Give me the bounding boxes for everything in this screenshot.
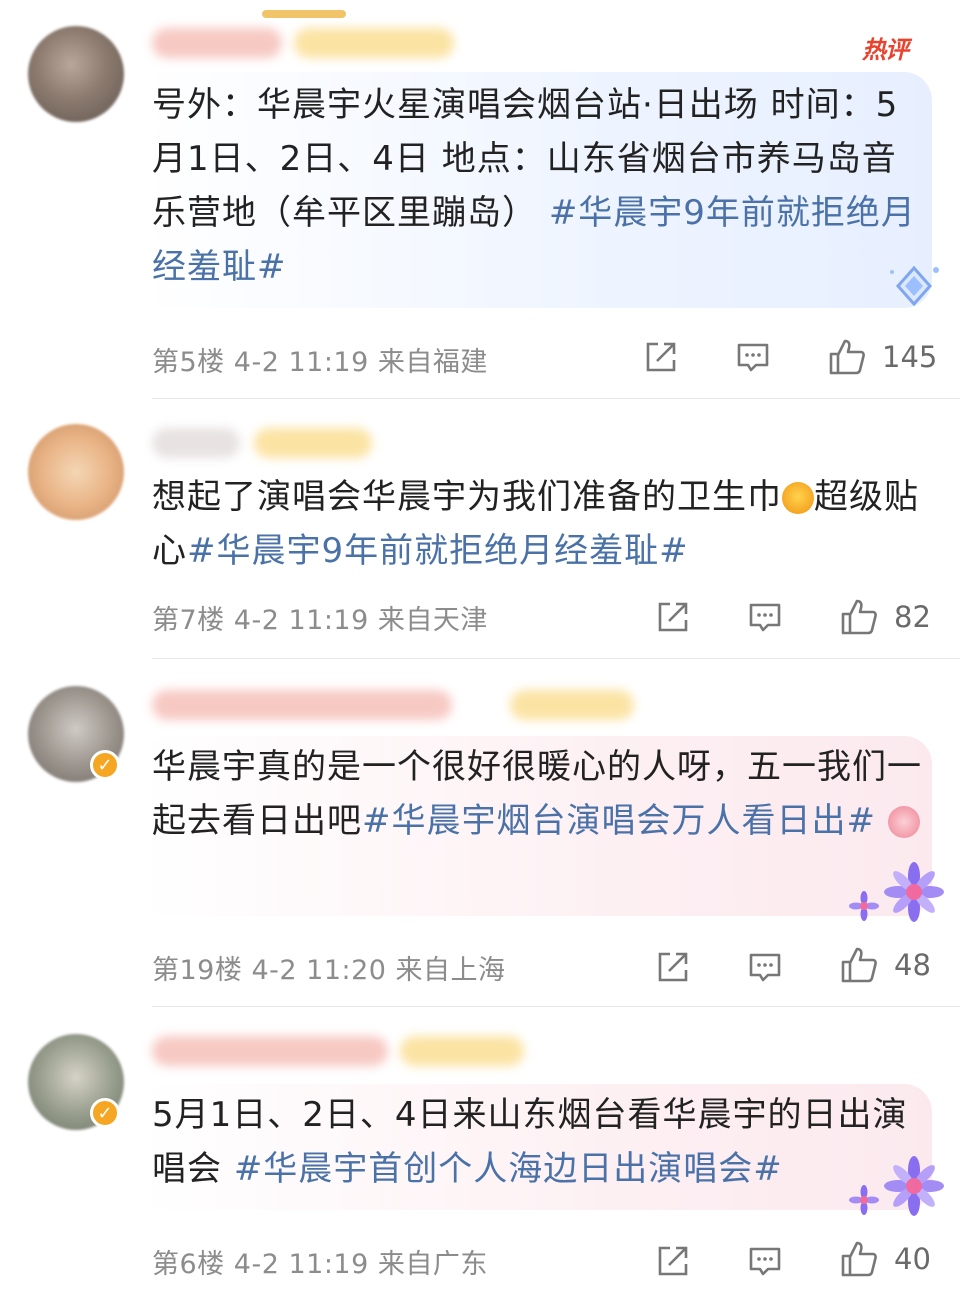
comment-text[interactable]: 想起了演唱会华晨宇为我们准备的卫生巾 超级贴心#华晨宇9年前就拒绝月经羞耻# [152, 470, 922, 578]
pig-emoji-icon [887, 806, 920, 838]
avatar[interactable] [28, 424, 124, 520]
divider [152, 1006, 960, 1007]
avatar[interactable] [28, 26, 124, 122]
divider [152, 398, 960, 399]
post-date: 4-2 11:19 [233, 1249, 369, 1280]
post-location: 来自广东 [377, 1249, 488, 1280]
floor-number: 第7楼 [152, 605, 225, 636]
hashtag-link[interactable]: #华晨宇9年前就拒绝月经羞耻# [187, 531, 689, 571]
thumbs-up-icon[interactable] [840, 946, 878, 984]
user-tag [254, 428, 372, 458]
comment-body: 想起了演唱会华晨宇为我们准备的卫生巾 [152, 477, 782, 517]
share-icon[interactable] [644, 340, 678, 374]
like-count: 82 [894, 600, 931, 634]
floor-number: 第6楼 [152, 1249, 225, 1280]
floor-number: 第5楼 [152, 347, 225, 378]
laughing-emoji-icon [782, 482, 814, 514]
like-count: 48 [894, 948, 931, 982]
floor-number: 第19楼 [152, 955, 243, 986]
like-count: 145 [882, 340, 938, 374]
comment-icon[interactable] [748, 600, 782, 634]
verified-badge-icon: ✓ [90, 1098, 120, 1128]
hashtag-link[interactable]: #华晨宇烟台演唱会万人看日出# [362, 801, 876, 841]
post-date: 4-2 11:19 [233, 347, 369, 378]
comment-text[interactable]: 5月1日、2日、4日来山东烟台看华晨宇的日出演唱会 #华晨宇首创个人海边日出演唱… [152, 1088, 922, 1196]
comment-icon[interactable] [736, 340, 770, 374]
verified-badge-icon: ✓ [90, 750, 120, 780]
diamond-decoration-icon [890, 265, 939, 307]
thumbs-up-icon[interactable] [840, 598, 878, 636]
username[interactable] [152, 690, 452, 720]
user-tag [294, 28, 454, 58]
like-count: 40 [894, 1242, 931, 1276]
comment-text[interactable]: 号外：华晨宇火星演唱会烟台站·日出场 时间：5月1日、2日、4日 地点：山东省烟… [152, 78, 922, 294]
hot-comments-badge: 热评 [862, 36, 909, 64]
comment-meta: 第7楼 4-2 11:19 来自天津 [152, 598, 488, 637]
share-icon[interactable] [656, 600, 690, 634]
comment-meta: 第5楼 4-2 11:19 来自福建 [152, 340, 488, 379]
share-icon[interactable] [656, 950, 690, 984]
post-location: 来自上海 [395, 955, 506, 986]
post-location: 来自天津 [377, 605, 488, 636]
thumbs-up-icon[interactable] [828, 338, 866, 376]
divider [152, 658, 960, 659]
comment-meta: 第19楼 4-2 11:20 来自上海 [152, 948, 506, 987]
post-date: 4-2 11:19 [233, 605, 369, 636]
comment-meta: 第6楼 4-2 11:19 来自广东 [152, 1242, 488, 1281]
comment-text[interactable]: 华晨宇真的是一个很好很暖心的人呀，五一我们一起去看日出吧#华晨宇烟台演唱会万人看… [152, 740, 922, 848]
user-tag [510, 690, 634, 720]
post-date: 4-2 11:20 [251, 955, 387, 986]
post-location: 来自福建 [377, 347, 488, 378]
share-icon[interactable] [656, 1244, 690, 1278]
flower-decoration-icon [849, 1156, 944, 1216]
flower-decoration-icon [849, 862, 944, 922]
hashtag-link[interactable]: #华晨宇首创个人海边日出演唱会# [234, 1149, 783, 1189]
comment-icon[interactable] [748, 1244, 782, 1278]
top-drag-handle [262, 10, 346, 18]
thumbs-up-icon[interactable] [840, 1240, 878, 1278]
comment-icon[interactable] [748, 950, 782, 984]
username[interactable] [152, 28, 282, 58]
username[interactable] [152, 1036, 388, 1066]
username[interactable] [152, 428, 240, 458]
user-tag [400, 1036, 524, 1066]
